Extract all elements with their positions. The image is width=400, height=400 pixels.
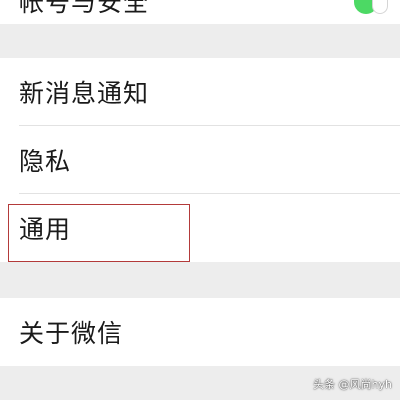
account-security-label: 帐号与安全 <box>19 0 150 17</box>
settings-item-privacy[interactable]: 隐私 <box>0 126 400 194</box>
account-security-row[interactable]: 帐号与安全 <box>0 0 400 24</box>
toggle-knob <box>372 0 388 14</box>
status-toggle[interactable] <box>354 0 388 16</box>
settings-item-general[interactable]: 通用 <box>0 194 400 262</box>
settings-item-label: 新消息通知 <box>19 79 150 108</box>
settings-item-about-wechat[interactable]: 关于微信 <box>0 298 400 366</box>
settings-group-main: 新消息通知 隐私 通用 <box>0 58 400 262</box>
settings-item-label: 关于微信 <box>19 319 124 348</box>
settings-item-label: 通用 <box>19 215 72 244</box>
settings-item-new-message-notification[interactable]: 新消息通知 <box>0 58 400 126</box>
watermark-text: 头条 @风尚hyh <box>313 378 392 391</box>
settings-group-about: 关于微信 <box>0 298 400 366</box>
settings-item-label: 隐私 <box>19 147 72 176</box>
